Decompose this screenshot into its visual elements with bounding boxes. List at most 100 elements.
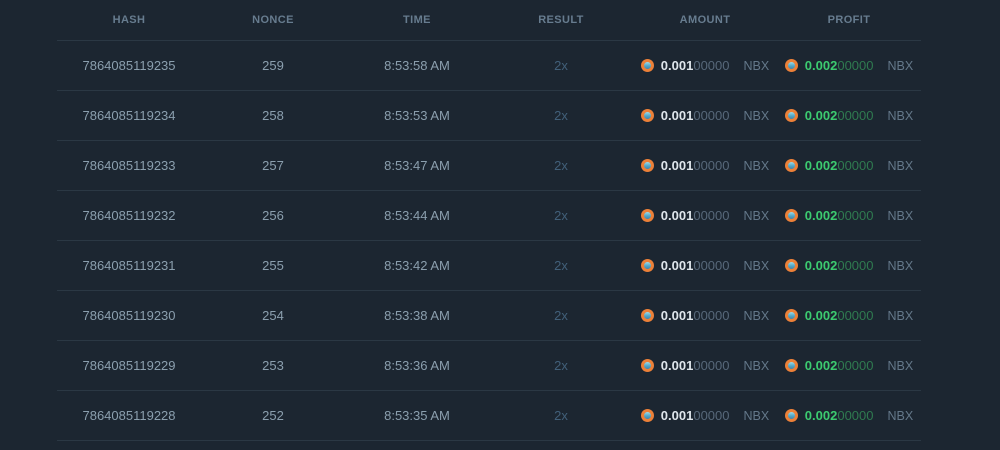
result-cell: 2x: [554, 408, 568, 423]
hash-cell: 7864085119228: [82, 408, 176, 423]
profit-currency-label: NBX: [887, 408, 914, 423]
profit-currency-label: NBX: [887, 108, 914, 123]
profit-value: 0.00200000: [804, 58, 874, 73]
amount-cell: 0.00100000 NBX: [633, 108, 777, 123]
profit-currency-label: NBX: [887, 258, 914, 273]
time-cell: 8:53:38 AM: [384, 308, 450, 323]
profit-value: 0.00200000: [804, 158, 874, 173]
nbx-coin-icon: [784, 259, 798, 272]
nbx-coin-icon: [640, 109, 654, 122]
nonce-cell: 259: [262, 58, 284, 73]
amount-cell: 0.00100000 NBX: [633, 358, 777, 373]
amount-currency-label: NBX: [743, 308, 770, 323]
hash-cell: 7864085119234: [82, 108, 176, 123]
hash-cell: 7864085119235: [82, 58, 176, 73]
table-row: 7864085119228 252 8:53:35 AM 2x 0.001000…: [57, 391, 921, 441]
amount-currency-label: NBX: [743, 358, 770, 373]
amount-cell: 0.00100000 NBX: [633, 258, 777, 273]
amount-value: 0.00100000: [660, 358, 730, 373]
hash-cell: 7864085119233: [82, 158, 176, 173]
amount-value: 0.00100000: [660, 58, 730, 73]
nonce-cell: 252: [262, 408, 284, 423]
column-header-nonce: NONCE: [252, 14, 294, 26]
time-cell: 8:53:58 AM: [384, 58, 450, 73]
result-cell: 2x: [554, 58, 568, 73]
hash-cell: 7864085119232: [82, 208, 176, 223]
amount-value: 0.00100000: [660, 408, 730, 423]
nonce-cell: 256: [262, 208, 284, 223]
table-row: 7864085119234 258 8:53:53 AM 2x 0.001000…: [57, 91, 921, 141]
table-row: 7864085119229 253 8:53:36 AM 2x 0.001000…: [57, 341, 921, 391]
profit-value: 0.00200000: [804, 208, 874, 223]
profit-cell: 0.00200000 NBX: [777, 108, 921, 123]
amount-cell: 0.00100000 NBX: [633, 308, 777, 323]
nbx-coin-icon: [784, 209, 798, 222]
nonce-cell: 257: [262, 158, 284, 173]
profit-cell: 0.00200000 NBX: [777, 208, 921, 223]
amount-value: 0.00100000: [660, 158, 730, 173]
nbx-coin-icon: [784, 409, 798, 422]
amount-cell: 0.00100000 NBX: [633, 208, 777, 223]
table-row: 7864085119233 257 8:53:47 AM 2x 0.001000…: [57, 141, 921, 191]
column-header-time: TIME: [403, 14, 431, 26]
column-header-hash: HASH: [112, 14, 146, 26]
profit-value: 0.00200000: [804, 408, 874, 423]
nonce-cell: 253: [262, 358, 284, 373]
profit-currency-label: NBX: [887, 308, 914, 323]
time-cell: 8:53:44 AM: [384, 208, 450, 223]
profit-currency-label: NBX: [887, 58, 914, 73]
result-cell: 2x: [554, 158, 568, 173]
bet-history-table: HASH NONCE TIME RESULT AMOUNT PROFIT 78640851…: [57, 0, 921, 441]
profit-cell: 0.00200000 NBX: [777, 58, 921, 73]
amount-cell: 0.00100000 NBX: [633, 58, 777, 73]
amount-currency-label: NBX: [743, 158, 770, 173]
profit-value: 0.00200000: [804, 308, 874, 323]
hash-cell: 7864085119229: [82, 358, 176, 373]
nbx-coin-icon: [784, 159, 798, 172]
profit-cell: 0.00200000 NBX: [777, 158, 921, 173]
nonce-cell: 254: [262, 308, 284, 323]
amount-value: 0.00100000: [660, 258, 730, 273]
hash-cell: 7864085119231: [82, 258, 176, 273]
profit-cell: 0.00200000 NBX: [777, 358, 921, 373]
column-header-amount: AMOUNT: [679, 14, 731, 26]
result-cell: 2x: [554, 258, 568, 273]
nbx-coin-icon: [784, 309, 798, 322]
amount-currency-label: NBX: [743, 208, 770, 223]
table-row: 7864085119231 255 8:53:42 AM 2x 0.001000…: [57, 241, 921, 291]
profit-currency-label: NBX: [887, 208, 914, 223]
column-header-profit: PROFIT: [827, 14, 871, 26]
amount-currency-label: NBX: [743, 258, 770, 273]
nonce-cell: 258: [262, 108, 284, 123]
table-row: 7864085119232 256 8:53:44 AM 2x 0.001000…: [57, 191, 921, 241]
nbx-coin-icon: [784, 59, 798, 72]
amount-currency-label: NBX: [743, 408, 770, 423]
time-cell: 8:53:35 AM: [384, 408, 450, 423]
profit-value: 0.00200000: [804, 358, 874, 373]
result-cell: 2x: [554, 308, 568, 323]
amount-value: 0.00100000: [660, 308, 730, 323]
table-header-row: HASH NONCE TIME RESULT AMOUNT PROFIT: [57, 0, 921, 41]
profit-cell: 0.00200000 NBX: [777, 258, 921, 273]
hash-cell: 7864085119230: [82, 308, 176, 323]
nbx-coin-icon: [640, 259, 654, 272]
time-cell: 8:53:47 AM: [384, 158, 450, 173]
amount-value: 0.00100000: [660, 108, 730, 123]
amount-cell: 0.00100000 NBX: [633, 158, 777, 173]
nbx-coin-icon: [640, 309, 654, 322]
profit-cell: 0.00200000 NBX: [777, 308, 921, 323]
time-cell: 8:53:53 AM: [384, 108, 450, 123]
nbx-coin-icon: [640, 159, 654, 172]
result-cell: 2x: [554, 108, 568, 123]
result-cell: 2x: [554, 208, 568, 223]
nbx-coin-icon: [640, 409, 654, 422]
amount-currency-label: NBX: [743, 108, 770, 123]
table-row: 7864085119230 254 8:53:38 AM 2x 0.001000…: [57, 291, 921, 341]
nbx-coin-icon: [640, 59, 654, 72]
profit-currency-label: NBX: [887, 358, 914, 373]
column-header-result: RESULT: [538, 14, 584, 26]
profit-currency-label: NBX: [887, 158, 914, 173]
amount-cell: 0.00100000 NBX: [633, 408, 777, 423]
profit-value: 0.00200000: [804, 108, 874, 123]
profit-value: 0.00200000: [804, 258, 874, 273]
